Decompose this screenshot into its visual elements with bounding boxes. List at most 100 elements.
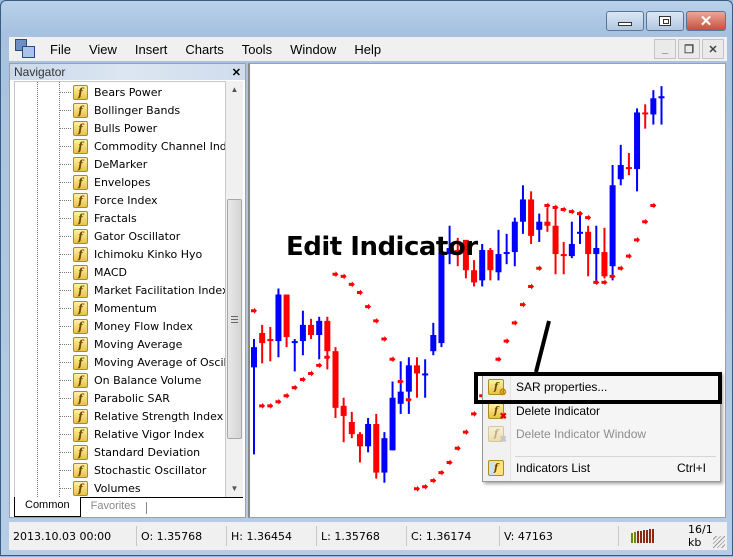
arrow-up-icon: ▲	[230, 85, 239, 94]
status-datetime: 2013.10.03 00:00	[9, 526, 137, 546]
navigator-item[interactable]: f Commodity Channel Index	[59, 137, 225, 155]
candle	[389, 381, 396, 451]
candle-body	[650, 98, 657, 115]
candle	[560, 241, 567, 275]
navigator-item[interactable]: f Momentum	[59, 299, 157, 317]
candle	[593, 225, 600, 283]
menu-insert[interactable]: Insert	[126, 42, 177, 57]
candle	[291, 339, 298, 372]
navigator-item[interactable]: f Stochastic Oscillator	[59, 461, 206, 479]
candle-body	[348, 422, 355, 435]
sar-dot	[397, 378, 404, 385]
menu-file[interactable]: File	[41, 42, 80, 57]
maximize-button[interactable]	[646, 11, 684, 31]
navigator-item[interactable]: f Bollinger Bands	[59, 101, 180, 119]
sar-dot	[454, 445, 461, 452]
navigator-item[interactable]: f MACD	[59, 263, 127, 281]
navigator-item[interactable]: f DeMarker	[59, 155, 147, 173]
navigator-item[interactable]: f Ichimoku Kinko Hyo	[59, 245, 202, 263]
navigator-item[interactable]: f Standard Deviation	[59, 443, 200, 461]
navigator-item[interactable]: f Moving Average of Oscillat	[59, 353, 225, 371]
chart-minimize-button[interactable]: _	[654, 39, 676, 59]
candle-body	[316, 320, 323, 335]
navigator-item[interactable]: f Bears Power	[59, 83, 162, 101]
candle	[316, 316, 323, 360]
sar-dot	[446, 459, 453, 466]
status-open: O: 1.35768	[137, 526, 227, 546]
indicator-icon: f	[73, 174, 88, 190]
navigator-item[interactable]: f Market Facilitation Index	[59, 281, 225, 299]
indicator-icon: f	[73, 408, 88, 424]
navigator-item-label: Ichimoku Kinko Hyo	[94, 247, 203, 261]
navigator-item[interactable]: f Money Flow Index	[59, 317, 193, 335]
candle-body	[397, 391, 404, 404]
tree-connector	[59, 199, 71, 201]
window-controls: ✕	[606, 11, 726, 31]
scroll-up-button[interactable]: ▲	[226, 81, 243, 98]
candle	[340, 397, 347, 443]
navigator-item[interactable]: f Gator Oscillator	[59, 227, 180, 245]
sar-dot	[528, 283, 535, 290]
restore-icon: ❐	[684, 43, 694, 56]
navigator-item[interactable]: f Relative Vigor Index	[59, 425, 204, 443]
status-high: H: 1.36454	[227, 526, 317, 546]
sar-dot	[299, 376, 306, 383]
chart-close-button[interactable]: ✕	[702, 39, 724, 59]
chart-restore-button[interactable]: ❐	[678, 39, 700, 59]
sar-dot	[617, 265, 624, 272]
navigator-item[interactable]: f Parabolic SAR	[59, 389, 170, 407]
indicator-icon: f	[73, 192, 88, 208]
close-button[interactable]: ✕	[686, 11, 726, 31]
menu-help[interactable]: Help	[345, 42, 390, 57]
scroll-down-button[interactable]: ▼	[226, 480, 243, 497]
navigator-item[interactable]: f Relative Strength Index	[59, 407, 223, 425]
navigator-item[interactable]: f Bulls Power	[59, 119, 157, 137]
navigator-scrollbar[interactable]: ▲ ▼	[226, 81, 243, 497]
candle-body	[503, 252, 510, 255]
candle	[585, 225, 592, 277]
sar-dot	[634, 236, 641, 243]
tree-connector	[59, 343, 71, 345]
sar-dot	[462, 429, 469, 436]
navigator-item[interactable]: f Moving Average	[59, 335, 182, 353]
indicator-icon: f	[73, 102, 88, 118]
navigator-item-label: Bulls Power	[94, 121, 158, 135]
tab-favorites[interactable]: Favorites	[81, 498, 146, 517]
scroll-thumb[interactable]	[227, 199, 242, 439]
navigator-item[interactable]: f Volumes	[59, 479, 141, 497]
navigator-close-button[interactable]: ✕	[232, 66, 241, 79]
navigator-item[interactable]: f On Balance Volume	[59, 371, 201, 389]
sar-dot	[389, 356, 396, 363]
candle	[642, 104, 649, 129]
sar-dot	[283, 392, 290, 399]
resize-grip[interactable]	[713, 536, 725, 548]
menu-item-delete-indicator[interactable]: f ✖ Delete Indicator	[483, 400, 720, 422]
sar-dot	[430, 477, 437, 484]
sar-dot	[267, 402, 274, 409]
app-logo-icon[interactable]	[15, 39, 35, 59]
menu-tools[interactable]: Tools	[233, 42, 281, 57]
menu-item-indicators-list[interactable]: f Indicators List Ctrl+I	[483, 457, 720, 479]
candle-body	[414, 365, 420, 374]
menu-charts[interactable]: Charts	[176, 42, 232, 57]
menu-item-label: Delete Indicator Window	[516, 427, 647, 441]
tree-connector	[59, 127, 71, 129]
sar-dot	[324, 354, 331, 361]
navigator-item[interactable]: f Envelopes	[59, 173, 150, 191]
tree-connector	[59, 145, 71, 147]
navigator-item[interactable]: f Fractals	[59, 209, 137, 227]
candle	[267, 326, 274, 362]
menu-view[interactable]: View	[80, 42, 126, 57]
navigator-item-label: Standard Deviation	[94, 445, 201, 459]
minimize-button[interactable]	[606, 11, 644, 31]
candle-body	[495, 254, 502, 273]
candle	[275, 288, 282, 358]
candle-body	[536, 221, 543, 230]
tree-connector	[59, 163, 71, 165]
menu-window[interactable]: Window	[281, 42, 345, 57]
sar-dot	[422, 483, 429, 490]
tab-common[interactable]: Common	[14, 497, 81, 517]
navigator-item[interactable]: f Force Index	[59, 191, 158, 209]
menu-item-sar-properties[interactable]: f ⚙ SAR properties...	[483, 376, 720, 398]
menu-item-label: Indicators List	[516, 461, 591, 475]
